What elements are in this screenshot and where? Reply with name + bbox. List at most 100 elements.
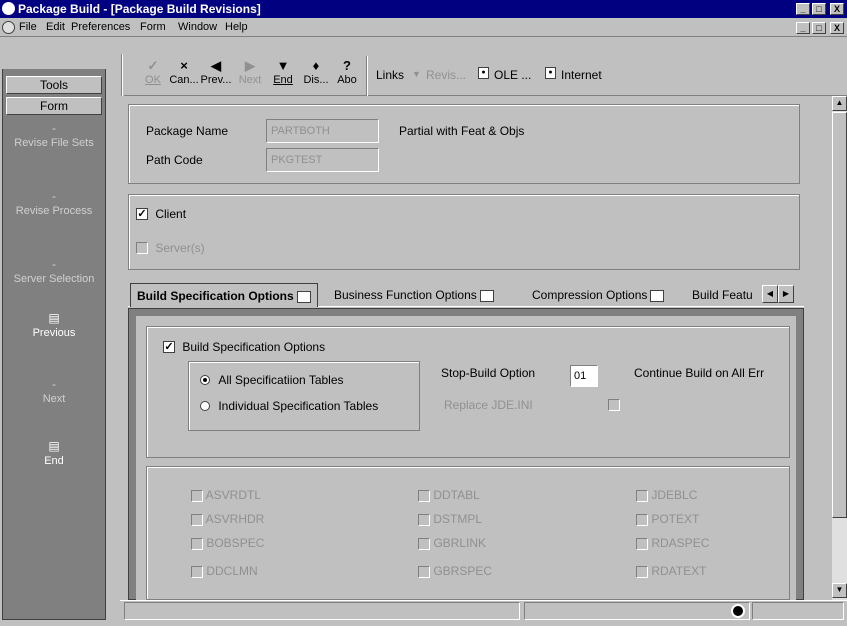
tab-build-specification[interactable]: Build Specification Options	[130, 283, 318, 307]
individual-tables-label: Individual Specification Tables	[218, 398, 379, 413]
child-minimize-button[interactable]: _	[796, 22, 810, 34]
radio-unselected-icon	[200, 400, 210, 411]
menu-file[interactable]: File	[19, 21, 37, 33]
document-icon: ●	[545, 67, 556, 79]
all-tables-label: All Specificatiion Tables	[218, 372, 344, 387]
tools-button[interactable]: Tools	[6, 76, 102, 94]
ok-button[interactable]: ✓ OK	[138, 58, 168, 87]
tab-fold-icon	[650, 289, 665, 302]
next-button[interactable]: ▶ Next	[235, 58, 265, 87]
spec-table-checkbox[interactable]: DDCLMN	[191, 564, 258, 578]
nav-label: Server Selection	[13, 273, 95, 285]
tab-compression[interactable]: Compression Options	[526, 283, 670, 307]
nav-next[interactable]: - Next	[2, 378, 106, 406]
spec-table-checkbox[interactable]: BOBSPEC	[191, 536, 264, 550]
spec-table-checkbox[interactable]: RDASPEC	[636, 536, 709, 550]
stop-build-field[interactable]: 01	[570, 365, 598, 387]
display-button[interactable]: ♦ Dis...	[301, 58, 331, 87]
tab-fold-icon	[296, 290, 311, 303]
checkbox-checked-icon: ✓	[136, 207, 148, 220]
dash-icon: -	[52, 189, 56, 203]
previous-record-icon: ◀	[211, 58, 221, 73]
server-checkbox[interactable]: Server(s)	[136, 240, 205, 255]
child-restore-button[interactable]: □	[812, 22, 826, 34]
document-icon: ●	[478, 67, 489, 79]
path-code-label: Path Code	[146, 153, 203, 167]
checkbox-checked-icon: ✓	[163, 340, 175, 353]
scroll-thumb[interactable]	[832, 112, 847, 518]
dropdown-arrow-icon[interactable]: ▼	[412, 69, 421, 79]
next-record-icon: ▶	[245, 58, 255, 73]
child-close-button[interactable]: X	[830, 22, 844, 34]
nav-label: Revise File Sets	[14, 137, 94, 149]
end-button[interactable]: ▼ End	[268, 58, 298, 87]
tab-business-function[interactable]: Business Function Options	[328, 283, 500, 307]
path-code-field[interactable]: PKGTEST	[266, 148, 379, 172]
nav-revise-file-sets[interactable]: - Revise File Sets	[2, 122, 106, 150]
tab-scroll-right-icon[interactable]: ▶	[778, 285, 794, 303]
client-checkbox[interactable]: ✓ Client	[136, 206, 186, 221]
cancel-button[interactable]: × Can...	[168, 58, 200, 87]
package-name-field[interactable]: PARTBOTH	[266, 119, 379, 143]
form-button[interactable]: Form	[6, 97, 102, 115]
tab-fold-icon	[479, 289, 494, 302]
nav-server-selection[interactable]: - Server Selection	[2, 258, 106, 286]
spec-table-checkbox[interactable]: ASVRDTL	[191, 488, 261, 502]
spec-table-checkbox[interactable]: POTEXT	[636, 512, 699, 526]
nav-revise-process[interactable]: - Revise Process	[2, 190, 106, 218]
spec-table-checkbox[interactable]: GBRLINK	[418, 536, 486, 550]
close-button[interactable]: X	[830, 3, 844, 15]
menu-preferences[interactable]: Preferences	[71, 21, 130, 33]
replace-ini-label: Replace JDE.INI	[444, 398, 533, 412]
all-tables-radio[interactable]: All Specificatiion Tables	[200, 372, 344, 387]
display-icon: ♦	[312, 58, 320, 73]
status-pane	[124, 602, 520, 620]
about-button[interactable]: ? Abo	[332, 58, 362, 87]
spec-table-checkbox[interactable]: GBRSPEC	[418, 564, 492, 578]
spec-table-checkbox[interactable]: DSTMPL	[418, 512, 482, 526]
internet-link[interactable]: Internet	[561, 68, 602, 82]
menu-window[interactable]: Window	[178, 21, 217, 33]
target-group	[128, 194, 800, 270]
nav-label: Next	[42, 393, 66, 405]
nav-previous[interactable]: ▤ Previous	[2, 312, 106, 340]
replace-ini-checkbox[interactable]	[608, 399, 620, 411]
header-group	[128, 104, 800, 184]
tab-build-features[interactable]: Build Featu	[686, 283, 762, 307]
x-icon: ×	[180, 58, 188, 73]
window-title-bar: Package Build - [Package Build Revisions…	[0, 0, 847, 18]
nav-label: Revise Process	[15, 205, 93, 217]
spec-table-checkbox[interactable]: DDTABL	[418, 488, 480, 502]
page-stack-icon: ▤	[48, 311, 60, 325]
radio-selected-icon	[200, 374, 210, 385]
revise-link[interactable]: Revis...	[426, 68, 466, 82]
maximize-button[interactable]: □	[812, 3, 826, 15]
menu-form[interactable]: Form	[140, 21, 166, 33]
build-spec-label: Build Specification Options	[182, 339, 326, 354]
status-pane	[524, 602, 750, 620]
scroll-down-icon[interactable]: ▼	[832, 583, 847, 598]
app-icon	[2, 2, 15, 15]
client-label: Client	[155, 206, 187, 221]
spec-table-checkbox[interactable]: JDEBLC	[636, 488, 697, 502]
minimize-button[interactable]: _	[796, 3, 810, 15]
stop-build-description: Continue Build on All Err	[634, 366, 765, 380]
nav-end[interactable]: ▤ End	[2, 440, 106, 468]
globe-icon	[731, 604, 745, 618]
tab-scroll-left-icon[interactable]: ◀	[762, 285, 778, 303]
server-label: Server(s)	[155, 240, 205, 255]
doc-icon[interactable]	[2, 21, 15, 34]
toolbar-grip[interactable]	[121, 54, 123, 96]
spec-table-checkbox[interactable]: ASVRHDR	[191, 512, 264, 526]
menu-edit[interactable]: Edit	[46, 21, 65, 33]
exit-bar-header	[2, 54, 106, 69]
checkbox-unchecked-icon	[136, 241, 148, 254]
previous-button[interactable]: ◀ Prev...	[198, 58, 234, 87]
individual-tables-radio[interactable]: Individual Specification Tables	[200, 398, 378, 413]
build-spec-checkbox[interactable]: ✓ Build Specification Options	[163, 339, 325, 354]
menu-help[interactable]: Help	[225, 21, 248, 33]
ole-link[interactable]: OLE ...	[494, 68, 531, 82]
scroll-up-icon[interactable]: ▲	[832, 96, 847, 111]
help-pointer-icon: ?	[343, 58, 351, 73]
spec-table-checkbox[interactable]: RDATEXT	[636, 564, 706, 578]
